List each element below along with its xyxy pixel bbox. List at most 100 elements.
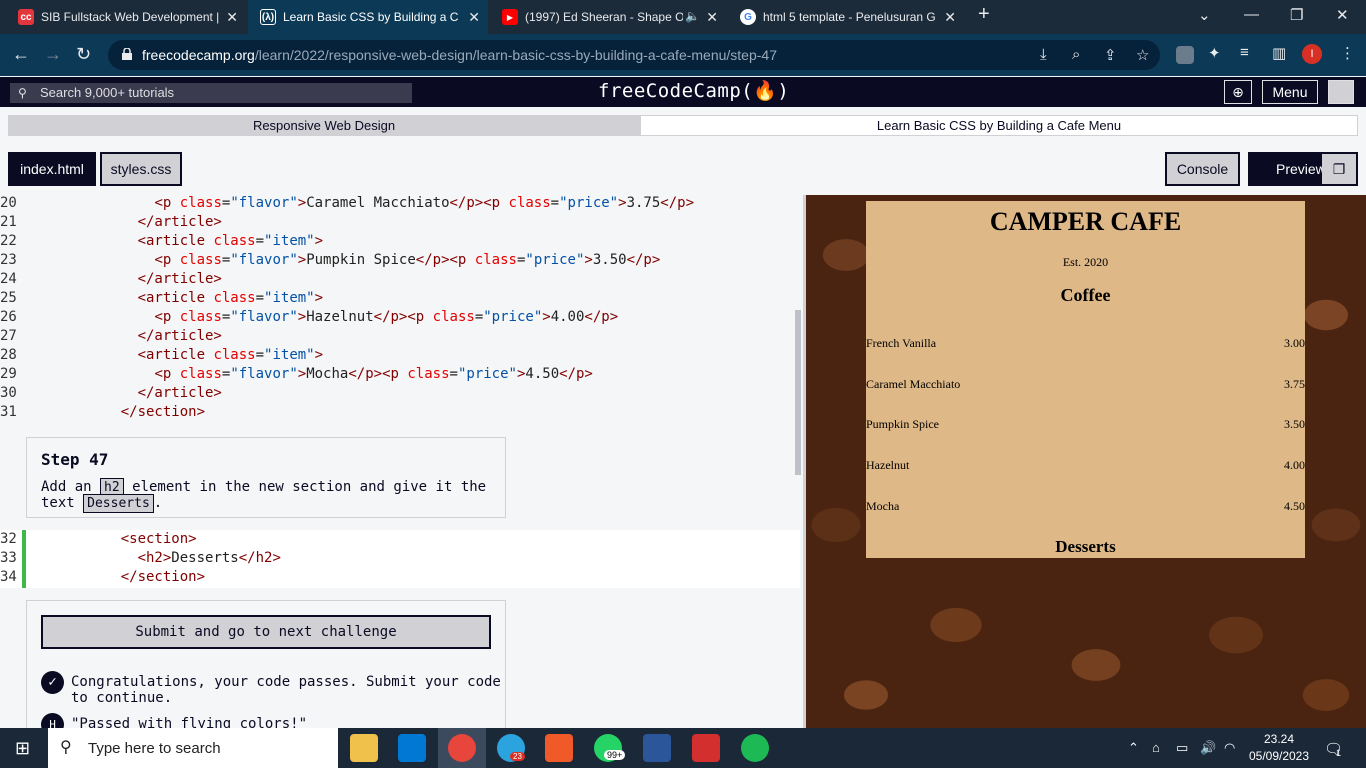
- side-panel-icon[interactable]: ▥: [1272, 44, 1286, 62]
- profile-avatar[interactable]: I: [1302, 44, 1322, 64]
- preview-label: Preview: [1276, 161, 1326, 177]
- windows-start-icon[interactable]: ⊞: [15, 738, 30, 759]
- code-line[interactable]: 32 <section>: [0, 530, 800, 549]
- code-line[interactable]: 23 <p class="flavor">Pumpkin Spice</p><p…: [0, 251, 800, 270]
- breadcrumb-block[interactable]: Learn Basic CSS by Building a Cafe Menu: [640, 115, 1358, 136]
- code-line[interactable]: 27 </article>: [0, 327, 800, 346]
- code-editor[interactable]: 20 <p class="flavor">Caramel Macchiato</…: [0, 195, 803, 728]
- taskbar-clock[interactable]: 23.24 05/09/2023: [1244, 731, 1314, 765]
- code-token: <article: [137, 290, 214, 306]
- reload-icon[interactable]: ↻: [76, 44, 91, 65]
- code-token: <p: [154, 309, 180, 325]
- file-explorer-icon[interactable]: [350, 734, 378, 762]
- restore-icon[interactable]: ❐: [1290, 6, 1303, 24]
- forward-icon[interactable]: →: [44, 44, 62, 65]
- close-icon[interactable]: ✕: [226, 9, 238, 26]
- tab-sib-fullstack[interactable]: cc SIB Fullstack Web Development | ✕: [6, 0, 246, 34]
- code-token: class: [179, 309, 222, 325]
- code-line[interactable]: 28 <article class="item">: [0, 346, 800, 365]
- editable-region[interactable]: 32 <section> 33 <h2>Desserts</h2> 34 </sec…: [0, 530, 800, 588]
- code-token: </article>: [137, 271, 222, 287]
- fcc-logo[interactable]: freeCodeCamp(🔥): [598, 79, 789, 102]
- code-line[interactable]: 25 <article class="item">: [0, 289, 800, 308]
- code-token: =: [255, 290, 265, 306]
- extensions-puzzle-icon[interactable]: ✦: [1208, 44, 1221, 62]
- menu-button[interactable]: Menu: [1262, 80, 1318, 104]
- tray-chevron-icon[interactable]: ⌃: [1128, 740, 1139, 756]
- code-line[interactable]: 24 </article>: [0, 270, 800, 289]
- tray-network-icon[interactable]: ⌂: [1152, 740, 1160, 755]
- console-button[interactable]: Console: [1165, 152, 1240, 186]
- spotify-icon[interactable]: [741, 734, 769, 762]
- popout-icon[interactable]: ❐: [1322, 154, 1356, 184]
- user-avatar[interactable]: [1328, 80, 1354, 104]
- close-window-icon[interactable]: ✕: [1336, 6, 1349, 24]
- new-tab-button[interactable]: +: [978, 3, 990, 26]
- code-line[interactable]: 20 <p class="flavor">Caramel Macchiato</…: [0, 195, 800, 213]
- tab-google-search[interactable]: G html 5 template - Penelusuran G ✕: [728, 0, 964, 34]
- code-line[interactable]: 29 <p class="flavor">Mocha</p><p class="…: [0, 365, 800, 384]
- taskbar-search-input[interactable]: ⚲ Type here to search: [48, 728, 338, 768]
- code-token: "price": [559, 195, 619, 211]
- code-token: class: [508, 195, 551, 211]
- zoom-icon[interactable]: ⌕: [1072, 46, 1080, 63]
- code-line[interactable]: 34 </section>: [0, 568, 800, 587]
- back-icon[interactable]: ←: [12, 44, 30, 65]
- chevron-down-icon[interactable]: ⌄: [1198, 6, 1211, 24]
- breadcrumb-superblock[interactable]: Responsive Web Design: [8, 115, 640, 136]
- step-title: Step 47: [41, 450, 109, 469]
- minimize-icon[interactable]: —: [1244, 6, 1259, 23]
- youtube-icon: ▶: [502, 9, 518, 25]
- close-icon[interactable]: ✕: [944, 9, 956, 26]
- mendeley-icon[interactable]: [692, 734, 720, 762]
- code-token: "price": [483, 309, 543, 325]
- tab-youtube[interactable]: ▶ (1997) Ed Sheeran - Shape O 🔈 ✕: [490, 0, 726, 34]
- preview-button[interactable]: Preview ❐: [1248, 152, 1358, 186]
- tray-battery-icon[interactable]: ▭: [1176, 740, 1188, 756]
- tray-wifi-icon[interactable]: ◠: [1224, 740, 1235, 756]
- code-line[interactable]: 31 </section>: [0, 403, 800, 422]
- search-input[interactable]: ⚲ Search 9,000+ tutorials: [10, 83, 412, 103]
- bookmark-star-icon[interactable]: ☆: [1136, 46, 1149, 64]
- code-line[interactable]: 21 </article>: [0, 213, 800, 232]
- tab-index-html[interactable]: index.html: [8, 152, 96, 186]
- download-icon[interactable]: ⤓: [1040, 46, 1047, 63]
- line-number: 24: [0, 271, 17, 287]
- code-token: =: [449, 366, 458, 382]
- extension-chat-icon[interactable]: [1176, 46, 1194, 64]
- code-token: <article: [137, 347, 214, 363]
- word-icon[interactable]: [643, 734, 671, 762]
- close-icon[interactable]: ✕: [706, 9, 718, 26]
- more-menu-icon[interactable]: ⋮: [1340, 44, 1355, 62]
- close-icon[interactable]: ✕: [468, 9, 480, 26]
- code-line[interactable]: 26 <p class="flavor">Hazelnut</p><p clas…: [0, 308, 800, 327]
- telegram-badge: 23: [510, 752, 525, 761]
- submit-button[interactable]: Submit and go to next challenge: [41, 615, 491, 649]
- code-token: "flavor": [230, 252, 298, 268]
- code-line[interactable]: 33 <h2>Desserts</h2>: [0, 549, 800, 568]
- editor-scrollbar[interactable]: [795, 310, 801, 475]
- tab-styles-css[interactable]: styles.css: [100, 152, 182, 186]
- media-control-icon[interactable]: ≡: [1240, 44, 1249, 61]
- tab-learn-css[interactable]: (λ) Learn Basic CSS by Building a Caf ✕: [248, 0, 488, 34]
- code-line[interactable]: 22 <article class="item">: [0, 232, 800, 251]
- tab-label: SIB Fullstack Web Development |: [41, 10, 220, 24]
- item-flavor: French Vanilla: [866, 336, 937, 350]
- code-token: </p><p: [449, 195, 509, 211]
- code-line[interactable]: 30 </article>: [0, 384, 800, 403]
- code-token: "price": [457, 366, 517, 382]
- address-bar[interactable]: freecodecamp.org/learn/2022/responsive-w…: [108, 40, 1160, 70]
- globe-icon[interactable]: ⊕: [1224, 80, 1252, 104]
- check-icon: ✓: [41, 671, 64, 694]
- speaker-icon[interactable]: 🔈: [685, 9, 700, 23]
- vscode-icon[interactable]: [398, 734, 426, 762]
- chrome-icon[interactable]: [448, 734, 476, 762]
- code-token: 4.00: [550, 309, 585, 325]
- tray-volume-icon[interactable]: 🔊: [1200, 740, 1216, 756]
- postman-icon[interactable]: [545, 734, 573, 762]
- share-icon[interactable]: ⇪: [1104, 46, 1117, 64]
